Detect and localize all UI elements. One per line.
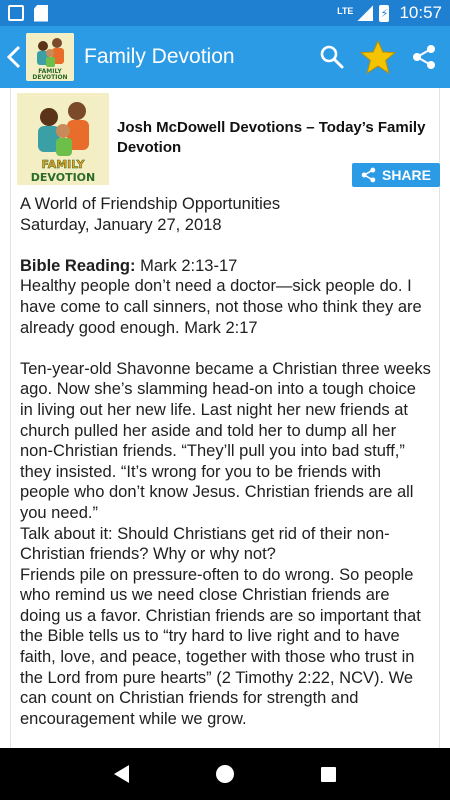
system-nav-bar <box>0 748 450 800</box>
app-bar: FAMILY DEVOTION Family Devotion <box>0 26 450 88</box>
share-button[interactable]: SHARE <box>352 163 440 187</box>
share-icon <box>413 45 435 69</box>
app-title: Family Devotion <box>84 45 235 68</box>
triangle-back-icon <box>114 765 130 783</box>
story-paragraph: Ten-year-old Shavonne became a Christian… <box>20 359 431 522</box>
circle-home-icon <box>215 765 234 783</box>
svg-text:FAMILY: FAMILY <box>41 158 85 171</box>
svg-text:DEVOTION: DEVOTION <box>31 171 95 184</box>
network-type: LTE <box>337 6 354 16</box>
battery-icon: ⚡ <box>379 4 390 22</box>
app-bar-actions <box>312 37 444 77</box>
family-logo-image: FAMILY DEVOTION <box>26 33 74 81</box>
clock: 10:57 <box>399 3 442 22</box>
share-toolbar-button[interactable] <box>404 37 444 77</box>
search-button[interactable] <box>312 37 352 77</box>
article-card: FAMILY DEVOTION Josh McDowell Devotions … <box>10 88 440 748</box>
status-bar: LTE ⚡ 10:57 <box>0 0 450 26</box>
signal-icon <box>357 5 374 21</box>
back-button[interactable] <box>2 37 26 77</box>
search-icon <box>320 45 344 69</box>
sd-card-icon <box>34 4 48 22</box>
nav-home-button[interactable] <box>203 754 247 794</box>
bible-reading: Bible Reading: Mark 2:13-17 <box>20 256 432 277</box>
bible-reading-label: Bible Reading: <box>20 256 136 275</box>
nav-back-button[interactable] <box>100 754 144 794</box>
share-button-label: SHARE <box>381 167 431 183</box>
content-area[interactable]: FAMILY DEVOTION Josh McDowell Devotions … <box>0 88 450 748</box>
app-logo: FAMILY DEVOTION <box>26 33 74 81</box>
article-title: Josh McDowell Devotions – Today’s Family… <box>117 119 426 156</box>
verse-text: Healthy people don’t need a doctor—sick … <box>20 277 422 337</box>
nav-recents-button[interactable] <box>306 754 350 794</box>
article-body: A World of Friendship Opportunities Satu… <box>20 194 432 729</box>
status-left <box>8 4 48 22</box>
family-devotion-image: FAMILY DEVOTION <box>17 93 109 185</box>
star-icon <box>360 40 396 74</box>
chevron-left-icon <box>7 45 21 69</box>
article-date: Saturday, January 27, 2018 <box>20 215 222 234</box>
favorite-button[interactable] <box>358 37 398 77</box>
bible-reading-ref: Mark 2:13-17 <box>135 256 238 275</box>
notification-square-icon <box>8 5 24 21</box>
article-heading: A World of Friendship Opportunities <box>20 195 281 213</box>
svg-text:DEVOTION: DEVOTION <box>32 74 67 81</box>
discussion-question: Talk about it: Should Christians get rid… <box>20 524 390 564</box>
reflection-paragraph: Friends pile on pressure-often to do wro… <box>20 565 421 728</box>
status-right: LTE ⚡ 10:57 <box>337 3 442 23</box>
article-thumbnail: FAMILY DEVOTION <box>17 93 109 185</box>
share-icon <box>361 167 376 183</box>
square-recents-icon <box>320 766 336 782</box>
